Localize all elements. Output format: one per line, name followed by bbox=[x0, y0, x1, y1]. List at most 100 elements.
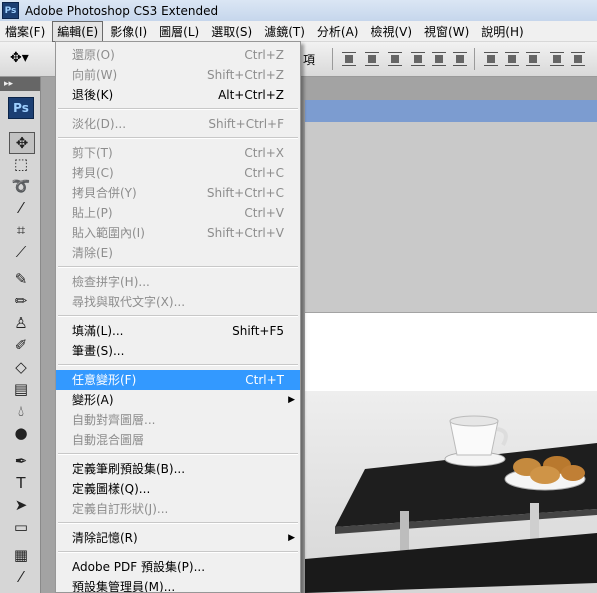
edit-menu-item[interactable]: 預設集管理員(M)... bbox=[56, 577, 300, 592]
toolbox-header[interactable]: ▸▸ bbox=[0, 77, 40, 91]
menu-item[interactable]: 說明(H) bbox=[476, 21, 528, 42]
distribute-center-icon[interactable] bbox=[505, 52, 519, 66]
edit-menu-item: 貼上(P) Ctrl+V bbox=[56, 203, 300, 223]
edit-menu-item[interactable]: 任意變形(F) Ctrl+T bbox=[56, 370, 300, 390]
menu-item[interactable]: 視窗(W) bbox=[419, 21, 474, 42]
edit-menu-item-label: 貼上(P) bbox=[72, 206, 113, 220]
marquee-tool-icon[interactable]: ⬚ bbox=[9, 154, 33, 174]
distribute-top-icon[interactable] bbox=[484, 52, 498, 66]
edit-menu-item-label: 尋找與取代文字(X)... bbox=[72, 295, 186, 309]
edit-menu-item-label: 向前(W) bbox=[72, 68, 118, 82]
menu-item[interactable]: 編輯(E) bbox=[52, 20, 104, 42]
healing-brush-tool-icon[interactable]: ✎ bbox=[9, 269, 33, 289]
edit-menu-item-label: 剪下(T) bbox=[72, 146, 113, 160]
menu-item[interactable]: 檔案(F) bbox=[0, 21, 50, 42]
edit-menu-item-shortcut: Ctrl+C bbox=[244, 166, 284, 180]
clone-stamp-tool-icon[interactable]: ♙ bbox=[9, 313, 33, 333]
menu-item[interactable]: 影像(I) bbox=[105, 21, 152, 42]
move-tool-icon[interactable]: ✥▾ bbox=[10, 50, 29, 66]
edit-menu-item-label: 貼入範圍內(I) bbox=[72, 226, 145, 240]
edit-menu-item-label: 定義筆刷預設集(B)... bbox=[72, 462, 186, 476]
align-horizontal-center-icon[interactable] bbox=[432, 52, 446, 66]
options-separator bbox=[474, 48, 475, 70]
edit-menu-item-label: 清除(E) bbox=[72, 246, 113, 260]
menu-separator bbox=[58, 522, 298, 524]
menu-separator bbox=[58, 453, 298, 455]
edit-menu-item-shortcut: Ctrl+V bbox=[244, 206, 284, 220]
edit-menu-item: 向前(W) Shift+Ctrl+Z bbox=[56, 65, 300, 85]
dodge-tool-icon[interactable]: ● bbox=[9, 423, 33, 443]
edit-menu-item[interactable]: 變形(A) ▶ bbox=[56, 390, 300, 410]
edit-menu-item: 剪下(T) Ctrl+X bbox=[56, 143, 300, 163]
menu-item[interactable]: 圖層(L) bbox=[154, 21, 204, 42]
menu-item[interactable]: 濾鏡(T) bbox=[259, 21, 310, 42]
history-brush-tool-icon[interactable]: ✐ bbox=[9, 335, 33, 355]
edit-menu-item: 自動對齊圖層... bbox=[56, 410, 300, 430]
edit-menu-item-shortcut: Shift+Ctrl+V bbox=[207, 226, 284, 240]
edit-menu-item-shortcut: Ctrl+Z bbox=[244, 48, 284, 62]
edit-menu-item-label: 淡化(D)... bbox=[72, 117, 127, 131]
photoshop-badge-icon[interactable]: Ps bbox=[8, 97, 34, 119]
document-title-bar[interactable] bbox=[305, 100, 597, 122]
align-right-icon[interactable] bbox=[453, 52, 467, 66]
move-tool-icon[interactable]: ✥ bbox=[9, 132, 35, 154]
edit-menu-item-label: 檢查拼字(H)... bbox=[72, 275, 150, 289]
edit-menu-item[interactable]: Adobe PDF 預設集(P)... bbox=[56, 557, 300, 577]
edit-menu-item[interactable]: 退後(K) Alt+Ctrl+Z bbox=[56, 85, 300, 105]
slice-tool-icon[interactable]: ⟋ bbox=[9, 242, 33, 262]
edit-menu-item-shortcut: Shift+Ctrl+Z bbox=[207, 68, 284, 82]
gradient-tool-icon[interactable]: ▤ bbox=[9, 379, 33, 399]
edit-menu-item-label: 自動對齊圖層... bbox=[72, 413, 156, 427]
align-vertical-center-icon[interactable] bbox=[365, 52, 379, 66]
options-separator bbox=[332, 48, 333, 70]
toolbox: ▸▸ Ps ✥ ⬚ ➰ ⁄ ⌗ ⟋ ✎ ✏ ♙ ✐ ◇ ▤ 💧︎ ● ✒ T ➤… bbox=[0, 77, 41, 593]
brush-tool-icon[interactable]: ✏ bbox=[9, 291, 33, 311]
edit-menu-item-label: 拷貝(C) bbox=[72, 166, 114, 180]
shape-tool-icon[interactable]: ▭ bbox=[9, 517, 33, 537]
document-canvas[interactable] bbox=[305, 313, 597, 391]
edit-menu-item: 拷貝(C) Ctrl+C bbox=[56, 163, 300, 183]
distribute-right-icon[interactable] bbox=[571, 52, 585, 66]
edit-menu-item[interactable]: 定義圖樣(Q)... bbox=[56, 479, 300, 499]
edit-menu-item: 檢查拼字(H)... bbox=[56, 272, 300, 292]
pen-tool-icon[interactable]: ✒ bbox=[9, 451, 33, 471]
edit-menu-item-label: 還原(O) bbox=[72, 48, 115, 62]
magic-wand-tool-icon[interactable]: ⁄ bbox=[9, 198, 33, 218]
align-left-icon[interactable] bbox=[411, 52, 425, 66]
menu-item[interactable]: 選取(S) bbox=[206, 21, 257, 42]
edit-menu-item-label: 變形(A) bbox=[72, 393, 114, 407]
edit-menu-item-shortcut: Ctrl+T bbox=[245, 373, 284, 387]
align-top-icon[interactable] bbox=[342, 52, 356, 66]
distribute-left-icon[interactable] bbox=[550, 52, 564, 66]
menu-separator bbox=[58, 137, 298, 139]
align-bottom-icon[interactable] bbox=[388, 52, 402, 66]
edit-menu-item-label: 退後(K) bbox=[72, 88, 114, 102]
edit-menu-item: 清除(E) bbox=[56, 243, 300, 263]
edit-menu-dropdown: 還原(O) Ctrl+Z 向前(W) Shift+Ctrl+Z 退後(K) Alt+Ctr… bbox=[55, 41, 301, 593]
menu-item[interactable]: 分析(A) bbox=[312, 21, 364, 42]
photoshop-logo-icon: Ps bbox=[2, 2, 19, 19]
menu-separator bbox=[58, 315, 298, 317]
distribute-bottom-icon[interactable] bbox=[526, 52, 540, 66]
menu-separator bbox=[58, 266, 298, 268]
edit-menu-item[interactable]: 填滿(L)... Shift+F5 bbox=[56, 321, 300, 341]
submenu-arrow-icon: ▶ bbox=[288, 395, 295, 405]
lasso-tool-icon[interactable]: ➰ bbox=[9, 176, 33, 196]
edit-menu-item: 拷貝合併(Y) Shift+Ctrl+C bbox=[56, 183, 300, 203]
eraser-tool-icon[interactable]: ◇ bbox=[9, 357, 33, 377]
edit-menu-item-label: 自動混合圖層 bbox=[72, 433, 145, 447]
edit-menu-item: 定義自訂形狀(J)... bbox=[56, 499, 300, 519]
menu-item[interactable]: 檢視(V) bbox=[365, 21, 417, 42]
eyedropper-tool-icon[interactable]: ⁄ bbox=[9, 567, 33, 587]
notes-tool-icon[interactable]: ▦ bbox=[9, 545, 33, 565]
edit-menu-item[interactable]: 清除記憶(R) ▶ bbox=[56, 528, 300, 548]
menu-separator bbox=[58, 551, 298, 553]
edit-menu-item[interactable]: 定義筆刷預設集(B)... bbox=[56, 459, 300, 479]
menu-separator bbox=[58, 364, 298, 366]
edit-menu-item[interactable]: 筆畫(S)... bbox=[56, 341, 300, 361]
type-tool-icon[interactable]: T bbox=[9, 473, 33, 493]
crop-tool-icon[interactable]: ⌗ bbox=[9, 220, 33, 240]
blur-tool-icon[interactable]: 💧︎ bbox=[9, 401, 33, 421]
edit-menu-item: 還原(O) Ctrl+Z bbox=[56, 45, 300, 65]
path-selection-tool-icon[interactable]: ➤ bbox=[9, 495, 33, 515]
